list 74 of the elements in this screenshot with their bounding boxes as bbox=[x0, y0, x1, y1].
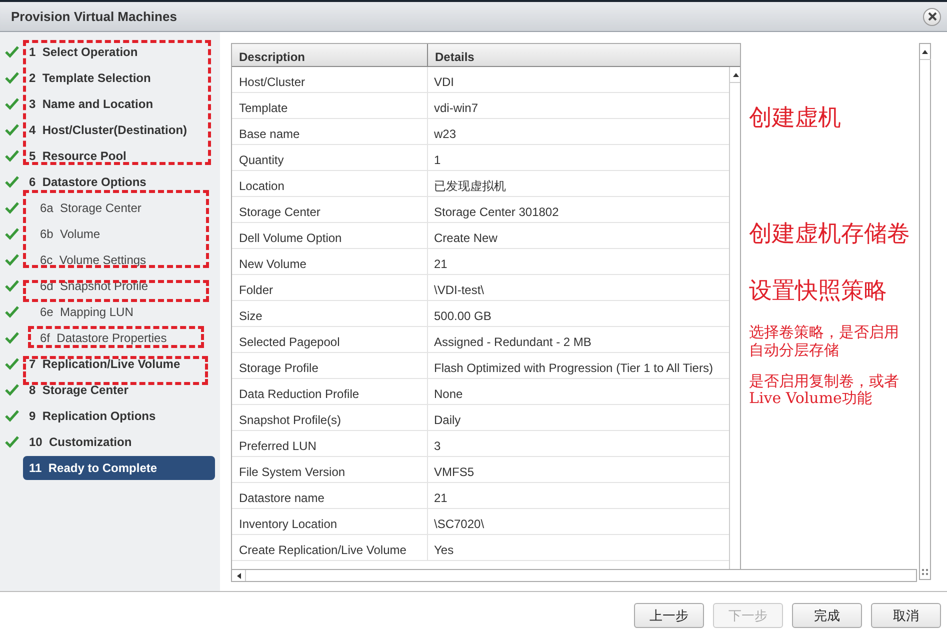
table-cell-text: 500.00 GB bbox=[433, 308, 492, 325]
table-cell: Location bbox=[232, 171, 428, 196]
table-cell-text: Flash Optimized with Progression (Tier 1 to All Tiers) bbox=[433, 360, 714, 377]
wizard-step[interactable]: 9 Replication Options bbox=[23, 404, 162, 428]
wizard-step[interactable]: 6f Datastore Properties bbox=[34, 326, 173, 350]
resize-grip-icon bbox=[922, 569, 928, 575]
table-cell-text: \SC7020\ bbox=[433, 516, 486, 533]
table-cell-text: 21 bbox=[433, 256, 448, 273]
wizard-step[interactable]: 6b Volume bbox=[34, 222, 106, 246]
table-cell: Inventory Location bbox=[232, 509, 428, 534]
wizard-step[interactable]: 8 Storage Center bbox=[23, 378, 134, 402]
table-cell-text: None bbox=[433, 386, 464, 403]
vertical-scrollbar[interactable] bbox=[729, 67, 740, 569]
footer-button[interactable]: 上一步 bbox=[634, 603, 704, 628]
table-cell-text: \VDI-test\ bbox=[433, 282, 486, 299]
table-cell: Template bbox=[232, 93, 428, 118]
annotation-text: 设置快照策略 bbox=[749, 278, 888, 304]
footer-button[interactable]: 取消 bbox=[871, 603, 941, 628]
annotation-text: 是否启用复制卷，或者Live Volume功能 bbox=[749, 372, 900, 408]
vertical-scrollbar[interactable] bbox=[919, 43, 931, 580]
table-cell-text: Storage Center 301802 bbox=[433, 204, 560, 221]
close-icon bbox=[928, 12, 936, 21]
column-header[interactable]: Details bbox=[428, 44, 482, 66]
table-cell-text: 已发现虚拟机 bbox=[433, 178, 507, 195]
wizard-step[interactable]: 6e Mapping LUN bbox=[34, 300, 140, 324]
close-button[interactable] bbox=[923, 8, 941, 26]
table-cell-text: Yes bbox=[433, 542, 455, 559]
table-cell-text: Create New bbox=[433, 230, 498, 247]
table-cell: Data Reduction Profile bbox=[232, 379, 428, 404]
table-cell: Storage Center bbox=[232, 197, 428, 222]
window-title: Provision Virtual Machines bbox=[11, 8, 177, 26]
wizard-step[interactable]: 4 Host/Cluster(Destination) bbox=[23, 118, 194, 142]
wizard-step[interactable]: 6 Datastore Options bbox=[23, 170, 152, 194]
wizard-step[interactable]: 6a Storage Center bbox=[34, 196, 148, 220]
wizard-step[interactable]: 2 Template Selection bbox=[23, 66, 157, 90]
footer-button[interactable]: 完成 bbox=[792, 603, 862, 628]
table-cell: Host/Cluster bbox=[232, 67, 428, 92]
table-cell-text: Daily bbox=[433, 412, 462, 429]
table-cell-text: VMFS5 bbox=[433, 464, 476, 481]
table-cell-text: vdi-win7 bbox=[433, 100, 480, 117]
table-cell-text: 1 bbox=[433, 152, 442, 169]
wizard-step[interactable]: 5 Resource Pool bbox=[23, 144, 132, 168]
wizard-step[interactable]: 1 Select Operation bbox=[23, 40, 144, 64]
table-cell: Create Replication/Live Volume bbox=[232, 535, 428, 560]
wizard-step[interactable]: 7 Replication/Live Volume bbox=[23, 352, 186, 376]
scroll-up-icon bbox=[922, 50, 928, 54]
table-cell: Preferred LUN bbox=[232, 431, 428, 456]
table-cell-text: 21 bbox=[433, 490, 448, 507]
scroll-up-icon bbox=[732, 72, 738, 76]
wizard-step[interactable]: 3 Name and Location bbox=[23, 92, 160, 116]
table-cell-text: 3 bbox=[433, 438, 442, 455]
annotation-text: 选择卷策略，是否启用自动分层存储 bbox=[749, 324, 900, 359]
table-cell: Quantity bbox=[232, 145, 428, 170]
table-cell: New Volume bbox=[232, 249, 428, 274]
table-cell: Folder bbox=[232, 275, 428, 300]
table-cell: Selected Pagepool bbox=[232, 327, 428, 352]
scroll-left-icon bbox=[236, 572, 240, 578]
table-cell-text: VDI bbox=[433, 74, 456, 91]
table-cell: Size bbox=[232, 301, 428, 326]
wizard-step[interactable]: 11 Ready to Complete bbox=[23, 456, 215, 480]
table-cell-text: Assigned - Redundant - 2 MB bbox=[433, 334, 592, 351]
horizontal-scrollbar[interactable] bbox=[231, 569, 917, 582]
table-cell: File System Version bbox=[232, 457, 428, 482]
table-cell: Base name bbox=[232, 119, 428, 144]
table-cell: Snapshot Profile(s) bbox=[232, 405, 428, 430]
column-header[interactable]: Description bbox=[232, 44, 428, 66]
annotation-text: 创建虚机 bbox=[749, 105, 842, 132]
table-cell-text: w23 bbox=[433, 126, 458, 143]
annotation-text: 创建虚机存储卷 bbox=[749, 221, 911, 248]
table-cell: Dell Volume Option bbox=[232, 223, 428, 248]
wizard-step[interactable]: 6c Volume Settings bbox=[34, 248, 152, 272]
table-cell: Datastore name bbox=[232, 483, 428, 508]
table-cell: Storage Profile bbox=[232, 353, 428, 378]
wizard-step[interactable]: 10 Customization bbox=[23, 430, 138, 454]
